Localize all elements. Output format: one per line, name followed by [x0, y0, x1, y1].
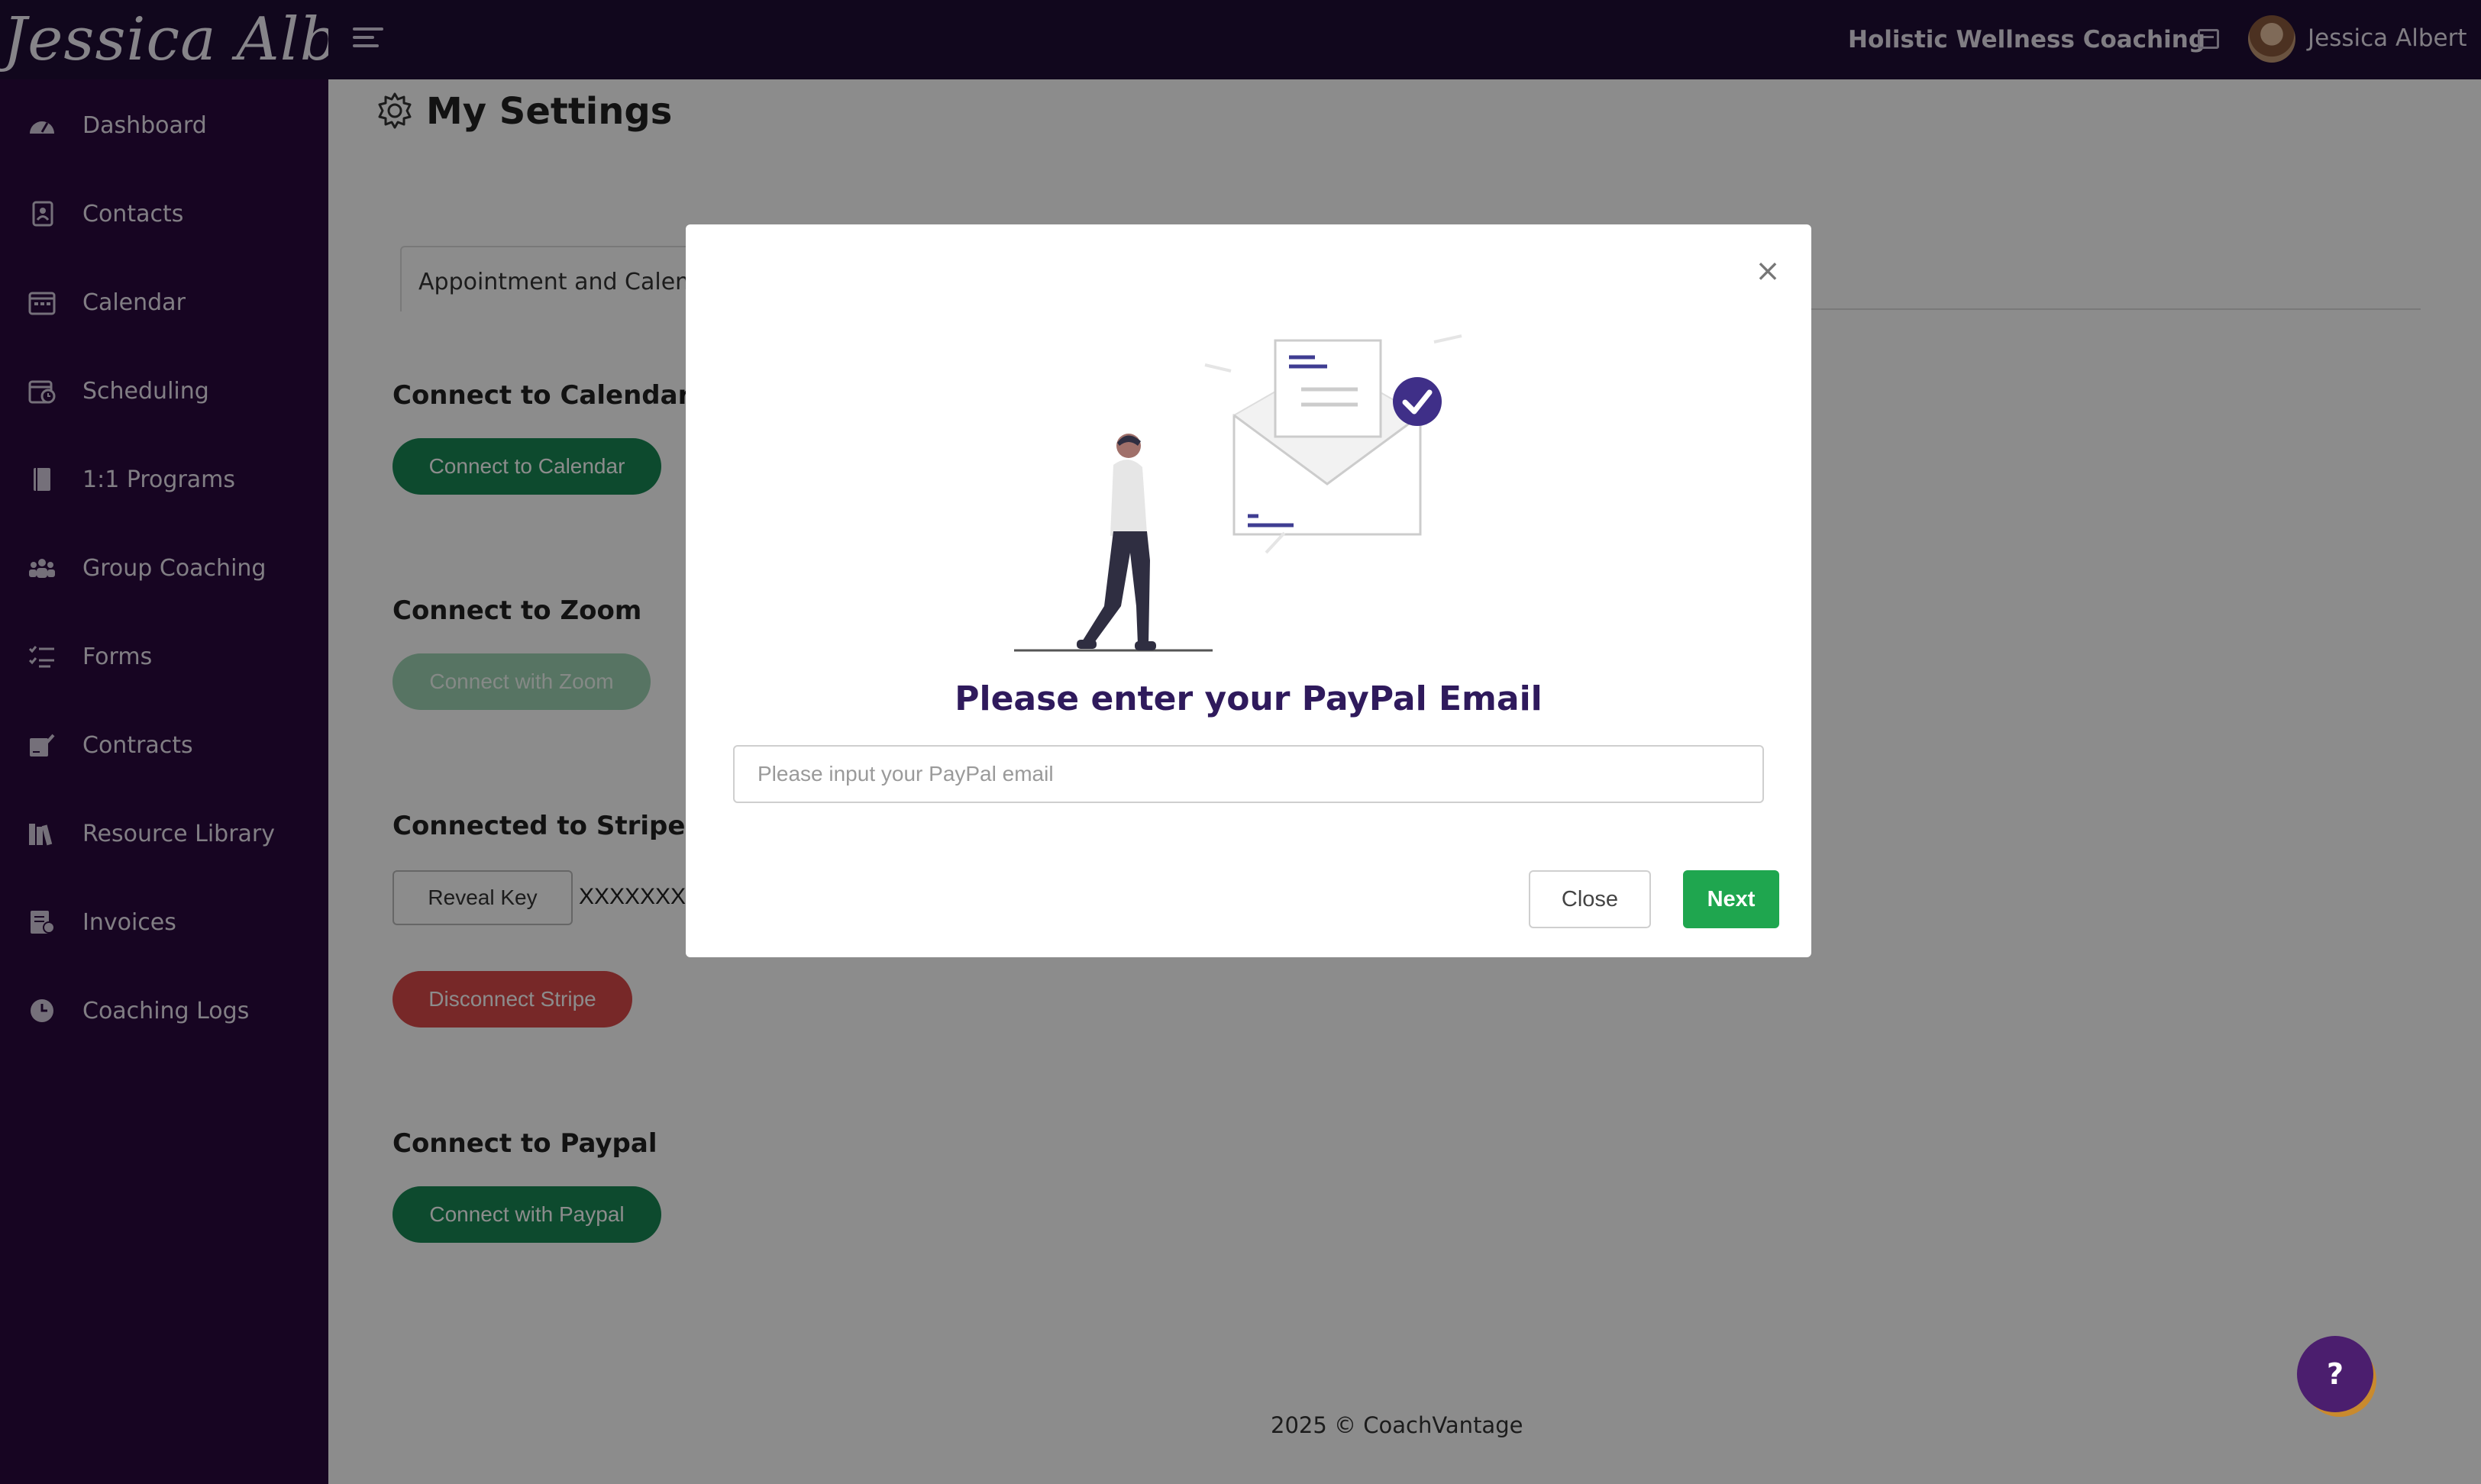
email-sent-illustration — [1014, 334, 1462, 652]
next-button[interactable]: Next — [1683, 870, 1779, 928]
close-button[interactable]: Close — [1529, 870, 1651, 928]
paypal-email-modal: × Please enter your PayPal Email Close N… — [686, 224, 1811, 957]
paypal-email-input[interactable] — [733, 745, 1764, 803]
help-button[interactable]: ? — [2297, 1336, 2373, 1412]
modal-title: Please enter your PayPal Email — [955, 679, 1543, 718]
close-icon[interactable]: × — [1755, 256, 1781, 286]
